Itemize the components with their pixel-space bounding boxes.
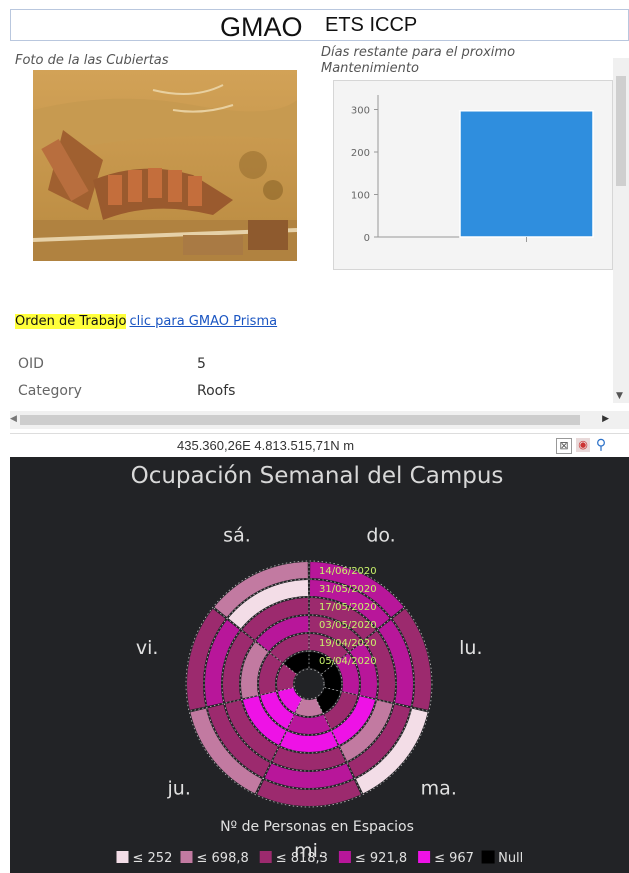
legend-label: Null [498,851,523,866]
map-status-bar: 435.360,26E 4.813.515,71N m ⊠ ◉ ⚲ [10,433,629,458]
legend-swatch [338,851,351,863]
chart-caption: Días restante para el proximo Mantenimie… [321,45,516,76]
occupancy-dashboard: Ocupación Semanal del Campus 14/06/2020 31… [10,457,629,873]
vertical-scroll-thumb[interactable] [616,76,626,186]
week-label: 14/06/2020 [319,566,377,577]
legend-swatch [259,851,272,863]
legend-swatch [418,851,431,863]
y-tick-label: 300 [351,106,370,117]
day-label: ma. [421,777,457,799]
app-subtitle: ETS ICCP [325,14,418,36]
chart-title: Ocupación Semanal del Campus [131,463,504,489]
horizontal-scroll-thumb[interactable] [20,415,580,425]
zoom-icon[interactable]: ⚲ [594,438,608,452]
legend-title: Nº de Personas en Espacios [220,819,414,835]
legend-swatch [116,851,129,863]
week-label: 05/04/2020 [319,656,377,667]
legend-label: ≤ 818,3 [276,851,328,866]
heat-cell [287,714,331,734]
attr-oid-label: OID [18,356,44,372]
coordinate-readout: 435.360,26E 4.813.515,71N m [177,438,355,453]
horizontal-scrollbar[interactable]: ◀ ▶ [10,411,629,429]
week-label: 31/05/2020 [319,584,377,595]
photo-caption: Foto de la las Cubiertas [15,53,169,68]
work-order-label: Orden de Trabajo [15,314,127,329]
week-label: 17/05/2020 [319,602,377,613]
filter-icon[interactable]: ⊠ [556,438,572,454]
roof-photo [33,70,297,261]
legend-label: ≤ 252 [133,851,173,866]
day-label: vi. [136,637,159,659]
day-label: ju. [167,777,191,799]
attr-category-label: Category [18,383,82,399]
y-tick-label: 0 [364,233,370,244]
day-label: do. [366,524,395,546]
attr-category-value: Roofs [197,383,236,399]
feature-popup: Foto de la las Cubiertas Días restante p… [10,42,629,431]
heat-cell [280,731,338,752]
day-label: sá. [223,524,251,546]
y-tick-label: 100 [351,191,370,202]
y-tick-label: 200 [351,148,370,159]
legend-label: ≤ 698,8 [197,851,249,866]
legend-swatch [180,851,193,863]
legend-swatch [481,850,495,864]
scroll-right-icon[interactable]: ▶ [602,414,609,424]
attr-oid-value: 5 [197,356,206,372]
app-title: GMAO [220,12,303,42]
work-order-row: Orden de Trabajo clic para GMAO Prisma [15,313,277,331]
title-bar: GMAO ETS ICCP [10,9,629,41]
legend-label: ≤ 921,8 [355,851,407,866]
days-remaining-chart: 0 100 200 300 [333,80,613,270]
locate-icon[interactable]: ◉ [576,438,590,452]
ring-guide [293,668,325,700]
gmao-prisma-link[interactable]: clic para GMAO Prisma [129,314,277,329]
bar [459,110,594,238]
scroll-down-icon[interactable]: ▼ [616,391,623,401]
day-label: lu. [459,637,482,659]
vertical-scrollbar[interactable]: ▼ [613,58,629,403]
scroll-left-icon[interactable]: ◀ [10,414,17,424]
week-label: 03/05/2020 [319,620,377,631]
week-label: 19/04/2020 [319,638,377,649]
legend-label: ≤ 967 [434,851,474,866]
